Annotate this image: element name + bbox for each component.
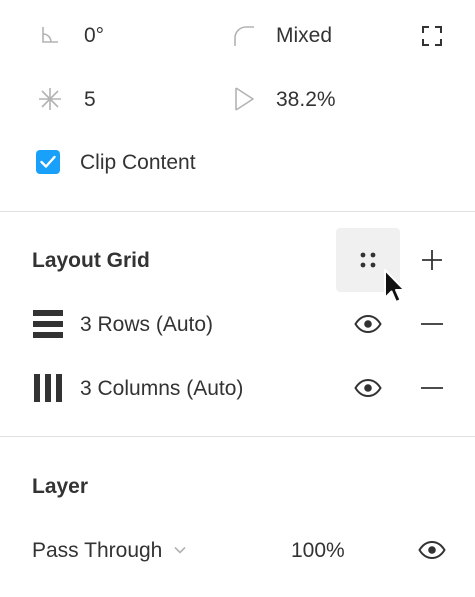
columns-grid-visibility-toggle[interactable] xyxy=(352,372,384,404)
chevron-down-icon xyxy=(174,546,186,554)
mouse-cursor-icon xyxy=(384,269,406,303)
star-count-icon xyxy=(39,88,61,110)
layer-title: Layer xyxy=(32,475,89,498)
star-ratio-icon xyxy=(235,87,254,111)
rows-grid-visibility-toggle[interactable] xyxy=(352,308,384,340)
layer-visibility-toggle[interactable] xyxy=(416,534,448,566)
section-divider xyxy=(0,211,475,212)
rotation-value[interactable]: 0° xyxy=(84,25,104,46)
columns-grid-label[interactable]: 3 Columns (Auto) xyxy=(80,378,243,399)
layout-grid-title: Layout Grid xyxy=(32,249,150,272)
clip-content-label[interactable]: Clip Content xyxy=(80,152,196,173)
styles-grid-icon xyxy=(360,252,376,268)
plus-icon xyxy=(422,250,442,270)
independent-corners-button[interactable] xyxy=(416,20,448,52)
minus-icon xyxy=(421,323,443,325)
eye-icon xyxy=(354,379,382,397)
clip-content-checkbox[interactable] xyxy=(36,150,60,174)
remove-columns-grid-button[interactable] xyxy=(416,372,448,404)
rows-grid-label[interactable]: 3 Rows (Auto) xyxy=(80,314,213,335)
star-ratio-value[interactable]: 38.2% xyxy=(276,89,336,110)
remove-rows-grid-button[interactable] xyxy=(416,308,448,340)
rotation-icon xyxy=(42,27,58,43)
corner-radius-icon xyxy=(234,26,254,46)
section-divider xyxy=(0,436,475,437)
layer-opacity-value[interactable]: 100% xyxy=(291,540,345,561)
blend-mode-value: Pass Through xyxy=(32,538,163,562)
rows-grid-icon xyxy=(33,310,63,338)
columns-grid-icon xyxy=(34,374,62,402)
star-count-value[interactable]: 5 xyxy=(84,89,96,110)
columns-grid-settings-button[interactable] xyxy=(30,372,66,404)
add-layout-grid-button[interactable] xyxy=(416,244,448,276)
rows-grid-settings-button[interactable] xyxy=(30,308,66,340)
minus-icon xyxy=(421,387,443,389)
corner-radius-value[interactable]: Mixed xyxy=(276,25,332,46)
eye-icon xyxy=(354,315,382,333)
checkmark-icon xyxy=(40,155,56,168)
blend-mode-dropdown[interactable]: Pass Through xyxy=(32,536,186,564)
eye-icon xyxy=(418,541,446,559)
independent-corners-icon xyxy=(422,26,442,46)
